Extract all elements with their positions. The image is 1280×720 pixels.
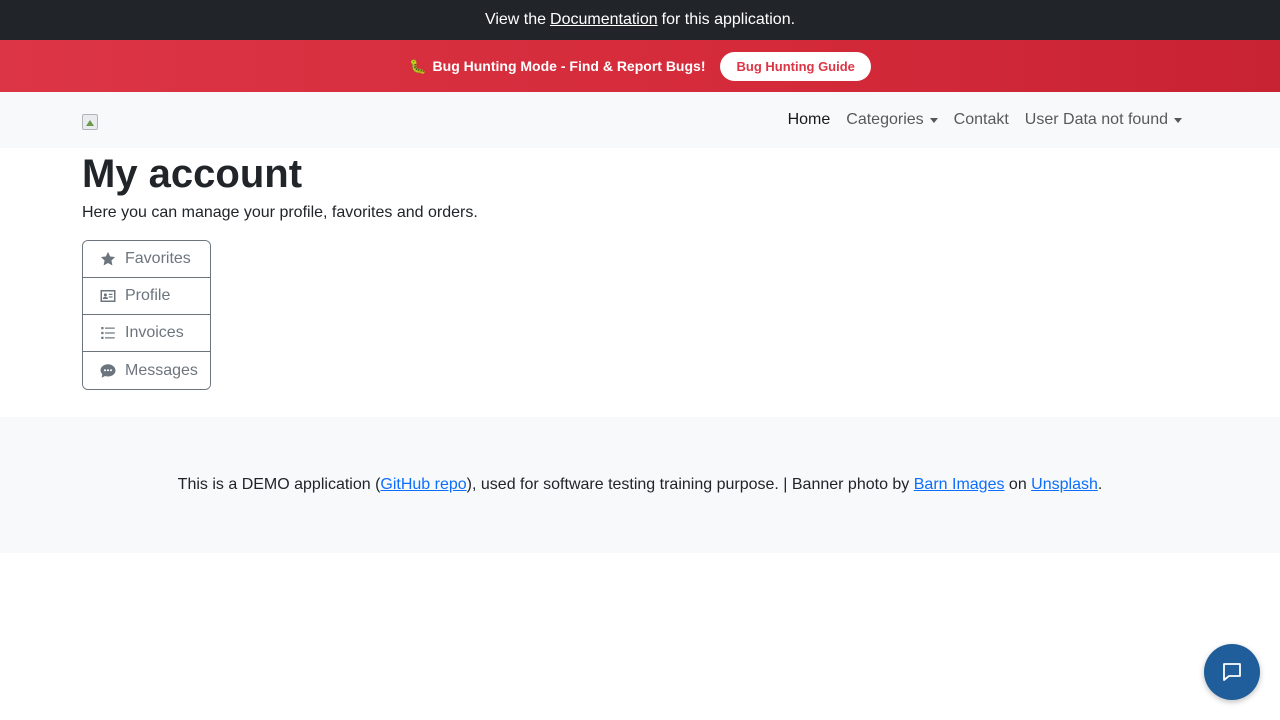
footer: This is a DEMO application (GitHub repo)… [0, 417, 1280, 553]
nav-user-dropdown[interactable]: User Data not found [1017, 111, 1190, 129]
bug-hunting-guide-button[interactable]: Bug Hunting Guide [720, 51, 871, 81]
account-menu-favorites-label: Favorites [125, 250, 191, 267]
nav-contact[interactable]: Contakt [946, 111, 1017, 129]
main-content: My account Here you can manage your prof… [0, 150, 1280, 390]
doc-banner-prefix: View the [484, 11, 547, 28]
logo-broken-image-icon[interactable] [82, 114, 98, 130]
nav-home[interactable]: Home [780, 111, 839, 129]
bug-hunting-banner: 🐛 Bug Hunting Mode - Find & Report Bugs!… [0, 40, 1280, 92]
account-menu-favorites[interactable]: Favorites [83, 241, 210, 278]
caret-down-icon [1174, 117, 1182, 123]
bug-icon: 🐛 [409, 57, 427, 74]
account-menu-invoices-label: Invoices [125, 324, 184, 341]
footer-text-1: This is a DEMO application ( [177, 476, 381, 493]
page-title: My account [82, 152, 303, 196]
nav-home-label: Home [787, 111, 831, 128]
caret-down-icon [929, 117, 938, 123]
footer-text-3: on [1004, 476, 1032, 493]
account-menu-messages[interactable]: Messages [83, 352, 210, 389]
barn-images-link[interactable]: Barn Images [914, 476, 1005, 493]
comment-dots-icon [100, 363, 116, 378]
unsplash-link[interactable]: Unsplash [1031, 476, 1098, 493]
documentation-banner: View the Documentation for this applicat… [0, 0, 1280, 40]
doc-banner-suffix: for this application. [661, 11, 796, 28]
github-repo-link[interactable]: GitHub repo [380, 476, 466, 493]
list-icon [101, 327, 115, 339]
footer-text-2: ), used for software testing training pu… [466, 476, 914, 493]
account-menu-invoices[interactable]: Invoices [83, 315, 210, 352]
chat-icon [1223, 663, 1241, 681]
documentation-link[interactable]: Documentation [550, 11, 658, 29]
nav-contact-label: Contakt [953, 111, 1009, 128]
star-icon [100, 251, 116, 266]
chat-button[interactable] [1204, 644, 1260, 700]
account-menu-profile-label: Profile [125, 287, 171, 304]
account-menu-messages-label: Messages [125, 361, 198, 379]
footer-text-4: . [1097, 476, 1103, 493]
account-menu: Favorites Profile Invoices Messages [82, 240, 211, 390]
nav-user-label: User Data not found [1024, 111, 1168, 128]
bug-hunting-text: Bug Hunting Mode - Find & Report Bugs! [432, 58, 706, 74]
page-lead: Here you can manage your profile, favori… [82, 204, 478, 221]
bug-hunting-message: 🐛 Bug Hunting Mode - Find & Report Bugs! [409, 58, 705, 75]
footer-text: This is a DEMO application (GitHub repo)… [178, 476, 1103, 494]
nav-categories-dropdown[interactable]: Categories [838, 111, 945, 129]
account-menu-profile[interactable]: Profile [83, 278, 210, 315]
nav-links: Home Categories Contakt User Data not fo… [780, 92, 1190, 148]
id-card-icon [100, 290, 116, 302]
nav-categories-label: Categories [846, 111, 924, 128]
main-navbar: Home Categories Contakt User Data not fo… [0, 92, 1280, 148]
